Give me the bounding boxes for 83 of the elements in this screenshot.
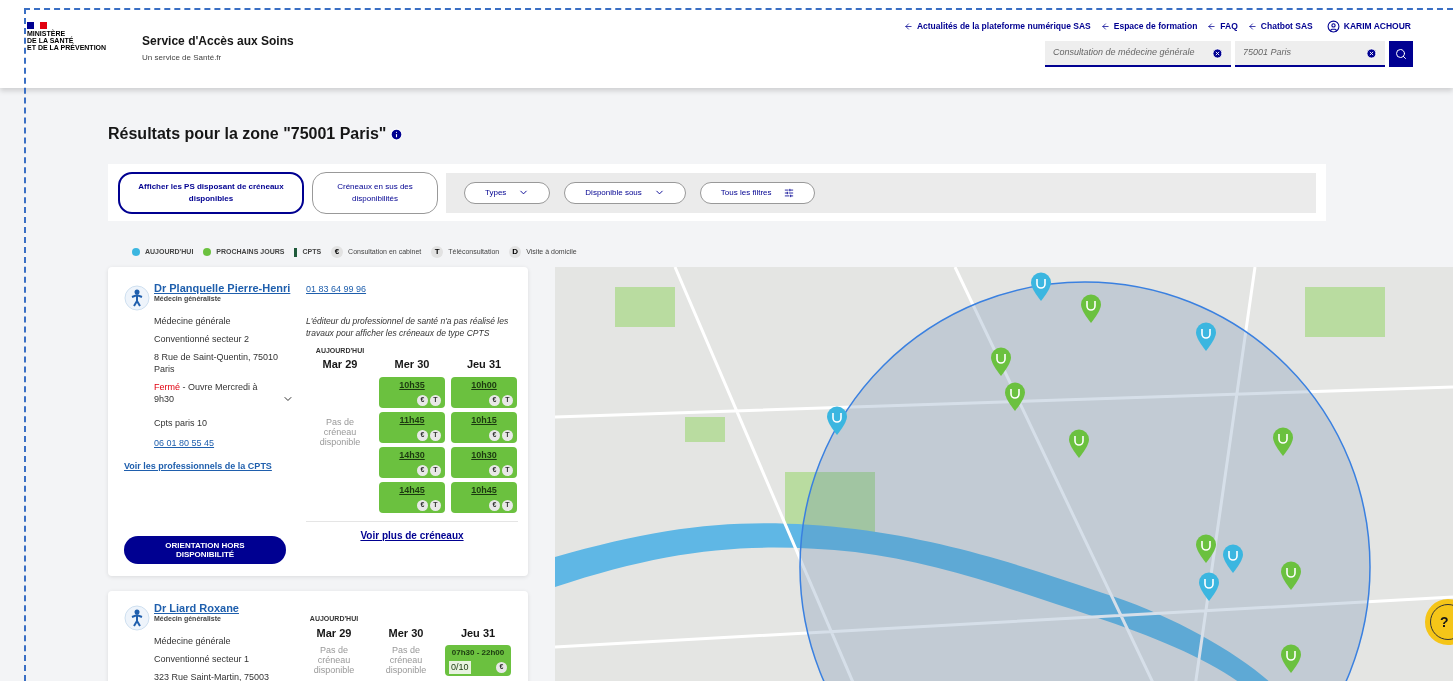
orientation-button[interactable]: ORIENTATION HORS DISPONIBILITÉ: [124, 536, 286, 564]
cpts-professionals-link[interactable]: Voir les professionnels de la CPTS: [124, 460, 294, 474]
arrow-left-icon: [1207, 22, 1217, 31]
map-pin-icon[interactable]: [1280, 561, 1302, 591]
map-pin-icon[interactable]: [1004, 382, 1026, 412]
availability-toggle[interactable]: Afficher les PS disposant de créneaux disponibles: [118, 171, 304, 214]
slot-time: 11h45: [399, 413, 425, 427]
cpts-phone-link[interactable]: 06 01 80 55 45: [154, 436, 294, 450]
doctor-avatar-icon: [124, 605, 150, 631]
slot-time: 10h15: [471, 413, 497, 427]
info-icon[interactable]: [390, 127, 404, 141]
filter-dropdown[interactable]: Tous les filtres: [699, 181, 815, 204]
no-slot-text: Pas de créneau disponible: [318, 416, 362, 447]
search-button[interactable]: [1389, 41, 1413, 67]
user-icon: [1326, 20, 1340, 33]
doctor-detail: Conventionné secteur 1: [154, 653, 251, 665]
map-pin-icon[interactable]: [1068, 429, 1090, 459]
day-label: Mer 30: [388, 625, 424, 641]
search-where-input[interactable]: 75001 Paris: [1243, 46, 1362, 60]
day-label: Mar 29: [316, 625, 352, 641]
cpts-name: Cpts paris 10: [154, 417, 209, 430]
results-title: Résultats pour la zone "75001 Paris": [108, 124, 387, 144]
map-pin-icon[interactable]: [1080, 294, 1102, 324]
sliders-icon: [783, 187, 794, 198]
search-where-field[interactable]: 75001 Paris: [1235, 41, 1385, 67]
arrow-left-icon: [1247, 22, 1257, 31]
doctor-detail: 8 Rue de Saint-Quentin, 75010 Paris: [154, 351, 280, 375]
service-subtitle: Un service de Santé.fr: [142, 52, 223, 64]
more-slots-link[interactable]: Voir plus de créneaux: [360, 527, 464, 543]
slot-time: 10h00: [471, 378, 497, 392]
map-pin-icon[interactable]: [1195, 322, 1217, 352]
availability-toggle[interactable]: Créneaux en sus des disponibilités: [312, 171, 438, 214]
doctor-detail: Conventionné secteur 2: [154, 333, 251, 345]
slot-time: 14h30: [399, 448, 425, 462]
map-pin-icon[interactable]: [826, 406, 848, 436]
doctor-avatar-icon: [124, 285, 150, 311]
service-title: Service d'Accès aux Soins: [142, 33, 294, 50]
cpts-notice: L'éditeur du professionnel de santé n'a pas réalisé les travaux pour afficher les créneaux de type CPTS: [306, 314, 510, 339]
header-link[interactable]: Actualités de la plateforme numérique SAS: [903, 20, 1091, 33]
doctor-detail: 323 Rue Saint-Martin, 75003: [154, 671, 271, 681]
doctor-name-link[interactable]: Dr Liard Roxane: [154, 603, 239, 614]
day-label: Jeu 31: [466, 357, 502, 372]
day-label: Jeu 31: [460, 625, 496, 641]
legend-badge: €: [331, 246, 344, 258]
search-what-field[interactable]: Consultation de médecine générale: [1045, 41, 1231, 67]
map-pin-icon[interactable]: [1222, 544, 1244, 574]
header-link[interactable]: Espace de formation: [1100, 20, 1198, 33]
user-account-link[interactable]: KARIM ACHOUR: [1326, 20, 1411, 33]
slot-time: 10h30: [471, 448, 497, 462]
map-pin-icon[interactable]: [1280, 644, 1302, 674]
slot-time: 14h45: [399, 483, 425, 497]
search-what-input[interactable]: Consultation de médecine générale: [1053, 46, 1208, 60]
day-label: Mar 29: [322, 357, 358, 372]
flag-icon: [27, 22, 47, 29]
map-drawing[interactable]: [555, 267, 1453, 681]
slot-time: 10h45: [471, 483, 497, 497]
no-slot-text: Pas de créneau disponible: [312, 645, 356, 675]
slot-time: 07h30 - 22h00: [451, 647, 505, 659]
clear-icon[interactable]: [1212, 47, 1223, 59]
doctor-name-link[interactable]: Dr Planquelle Pierre-Henri: [154, 283, 291, 294]
map-pin-icon[interactable]: [990, 347, 1012, 377]
filter-dropdown[interactable]: Disponible sous: [564, 181, 686, 204]
arrow-left-icon: [903, 22, 913, 31]
day-label: Mer 30: [394, 357, 430, 372]
map-pin-icon[interactable]: [1030, 272, 1052, 302]
legend-badge: D: [509, 246, 522, 258]
search-icon: [1395, 48, 1407, 60]
opening-status: Fermé - Ouvre Mercredi à 9h30: [154, 381, 259, 405]
doctor-detail: Médecine générale: [154, 315, 232, 327]
header-link[interactable]: FAQ: [1207, 20, 1238, 33]
clear-icon[interactable]: [1366, 47, 1377, 59]
slot-count: 0/10: [449, 660, 471, 674]
map-pin-icon[interactable]: [1198, 572, 1220, 602]
no-slot-text: Pas de créneau disponible: [384, 645, 428, 675]
slot-time: 10h35: [399, 378, 425, 392]
filter-dropdown[interactable]: Types: [464, 181, 551, 204]
phone-link[interactable]: 01 83 64 99 96: [306, 283, 518, 297]
map-pin-icon[interactable]: [1272, 427, 1294, 457]
legend-badge: T: [431, 246, 444, 258]
doctor-detail: Médecine générale: [154, 635, 232, 647]
header-link[interactable]: Chatbot SAS: [1247, 20, 1313, 33]
arrow-left-icon: [1100, 22, 1110, 31]
map-pin-icon[interactable]: [1195, 534, 1217, 564]
